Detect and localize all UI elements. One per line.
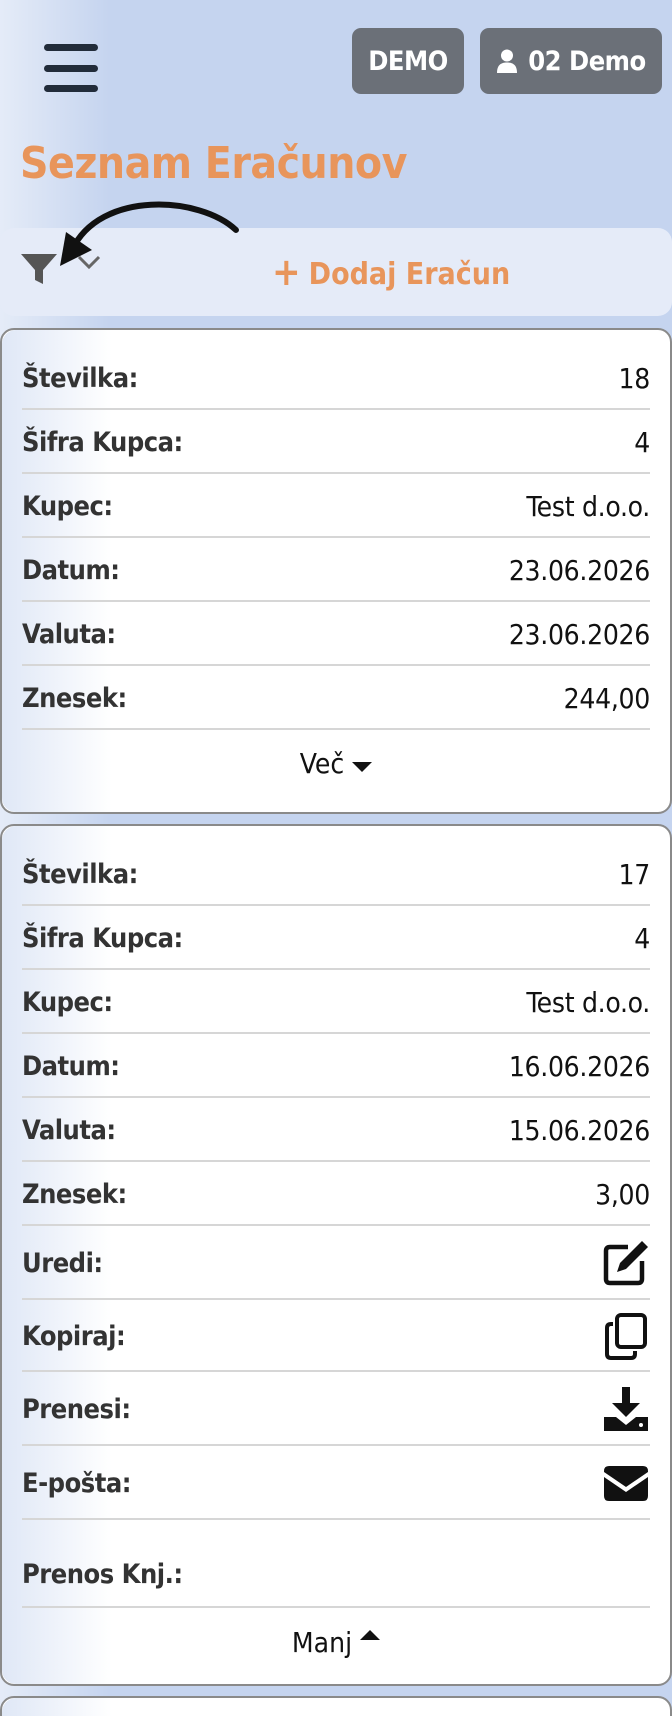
toolbar: + Dodaj Eračun [0, 201, 672, 316]
demo-button[interactable]: DEMO [352, 28, 464, 94]
edit-row: Uredi: [22, 1228, 650, 1300]
action-label: E-pošta: [22, 1467, 131, 1499]
field-label: Šifra Kupca: [22, 922, 183, 954]
top-bar: DEMO 02 Demo [0, 0, 672, 130]
email-row: E-pošta: [22, 1448, 650, 1520]
field-label: Valuta: [22, 618, 116, 650]
invoice-card: Številka: 17 Šifra Kupca: 4 Kupec: Test … [0, 824, 672, 1686]
field-value: 16.06.2026 [508, 1049, 650, 1083]
field-value: 4 [634, 425, 650, 459]
field-value: 4 [634, 921, 650, 955]
less-label: Manj [291, 1625, 353, 1659]
field-label: Kupec: [22, 490, 113, 522]
invoice-row-customer: Kupec: Test d.o.o. [22, 972, 650, 1034]
download-row: Prenesi: [22, 1374, 650, 1446]
add-invoice-button[interactable]: + Dodaj Eračun [272, 250, 511, 294]
edit-icon[interactable] [602, 1239, 650, 1287]
transfer-row: Prenos Knj.: [22, 1542, 650, 1608]
envelope-icon[interactable] [602, 1459, 650, 1507]
action-label: Kopiraj: [22, 1320, 126, 1352]
field-value: 18 [618, 361, 651, 395]
download-icon[interactable] [602, 1385, 650, 1433]
more-toggle[interactable]: Več [2, 732, 670, 794]
caret-down-icon [352, 762, 373, 772]
copy-row: Kopiraj: [22, 1302, 650, 1372]
action-label: Prenesi: [22, 1393, 131, 1425]
filter-icon[interactable] [20, 250, 58, 288]
field-label: Datum: [22, 1050, 120, 1082]
invoice-row-customer-code: Šifra Kupca: 4 [22, 412, 650, 474]
invoice-row-date: Datum: 23.06.2026 [22, 540, 650, 602]
pointer-arrow-icon [60, 201, 239, 266]
field-value: 23.06.2026 [508, 553, 650, 587]
field-label: Znesek: [22, 1178, 127, 1210]
field-value: 15.06.2026 [508, 1113, 650, 1147]
invoice-row-due-date: Valuta: 15.06.2026 [22, 1100, 650, 1162]
field-label: Številka: [22, 362, 138, 394]
less-toggle[interactable]: Manj [2, 1610, 670, 1674]
invoice-row-customer: Kupec: Test d.o.o. [22, 476, 650, 538]
field-value: 3,00 [595, 1177, 650, 1211]
demo-label: DEMO [368, 45, 448, 77]
caret-up-icon [360, 1630, 381, 1640]
invoice-row-customer-code: Šifra Kupca: 4 [22, 908, 650, 970]
more-label: Več [299, 746, 345, 780]
field-label: Številka: [22, 858, 138, 890]
add-invoice-label: Dodaj Eračun [308, 256, 511, 292]
invoice-row-date: Datum: 16.06.2026 [22, 1036, 650, 1098]
field-label: Znesek: [22, 682, 127, 714]
user-button[interactable]: 02 Demo [480, 28, 662, 94]
field-value: 17 [618, 857, 651, 891]
invoice-row-due-date: Valuta: 23.06.2026 [22, 604, 650, 666]
field-value: 244,00 [563, 681, 651, 715]
action-label: Uredi: [22, 1247, 103, 1279]
page-title: Seznam Eračunov [20, 138, 407, 189]
field-value: 23.06.2026 [508, 617, 650, 651]
field-value: Test d.o.o. [526, 985, 650, 1019]
field-value: Test d.o.o. [526, 489, 650, 523]
copy-icon[interactable] [602, 1312, 650, 1360]
invoice-row-amount: Znesek: 3,00 [22, 1164, 650, 1226]
invoice-row-number: Številka: 17 [22, 844, 650, 906]
field-label: Kupec: [22, 986, 113, 1018]
field-label: Datum: [22, 554, 120, 586]
field-label: Šifra Kupca: [22, 426, 183, 458]
invoice-row-number: Številka: 18 [22, 348, 650, 410]
transfer-label: Prenos Knj.: [22, 1558, 183, 1590]
user-icon [497, 49, 518, 73]
hamburger-menu-icon[interactable] [44, 44, 98, 92]
invoice-card [0, 1696, 672, 1716]
field-label: Valuta: [22, 1114, 116, 1146]
invoice-row-amount: Znesek: 244,00 [22, 668, 650, 730]
user-label: 02 Demo [528, 45, 646, 77]
plus-icon: + [272, 250, 301, 294]
invoice-card: Številka: 18 Šifra Kupca: 4 Kupec: Test … [0, 328, 672, 814]
